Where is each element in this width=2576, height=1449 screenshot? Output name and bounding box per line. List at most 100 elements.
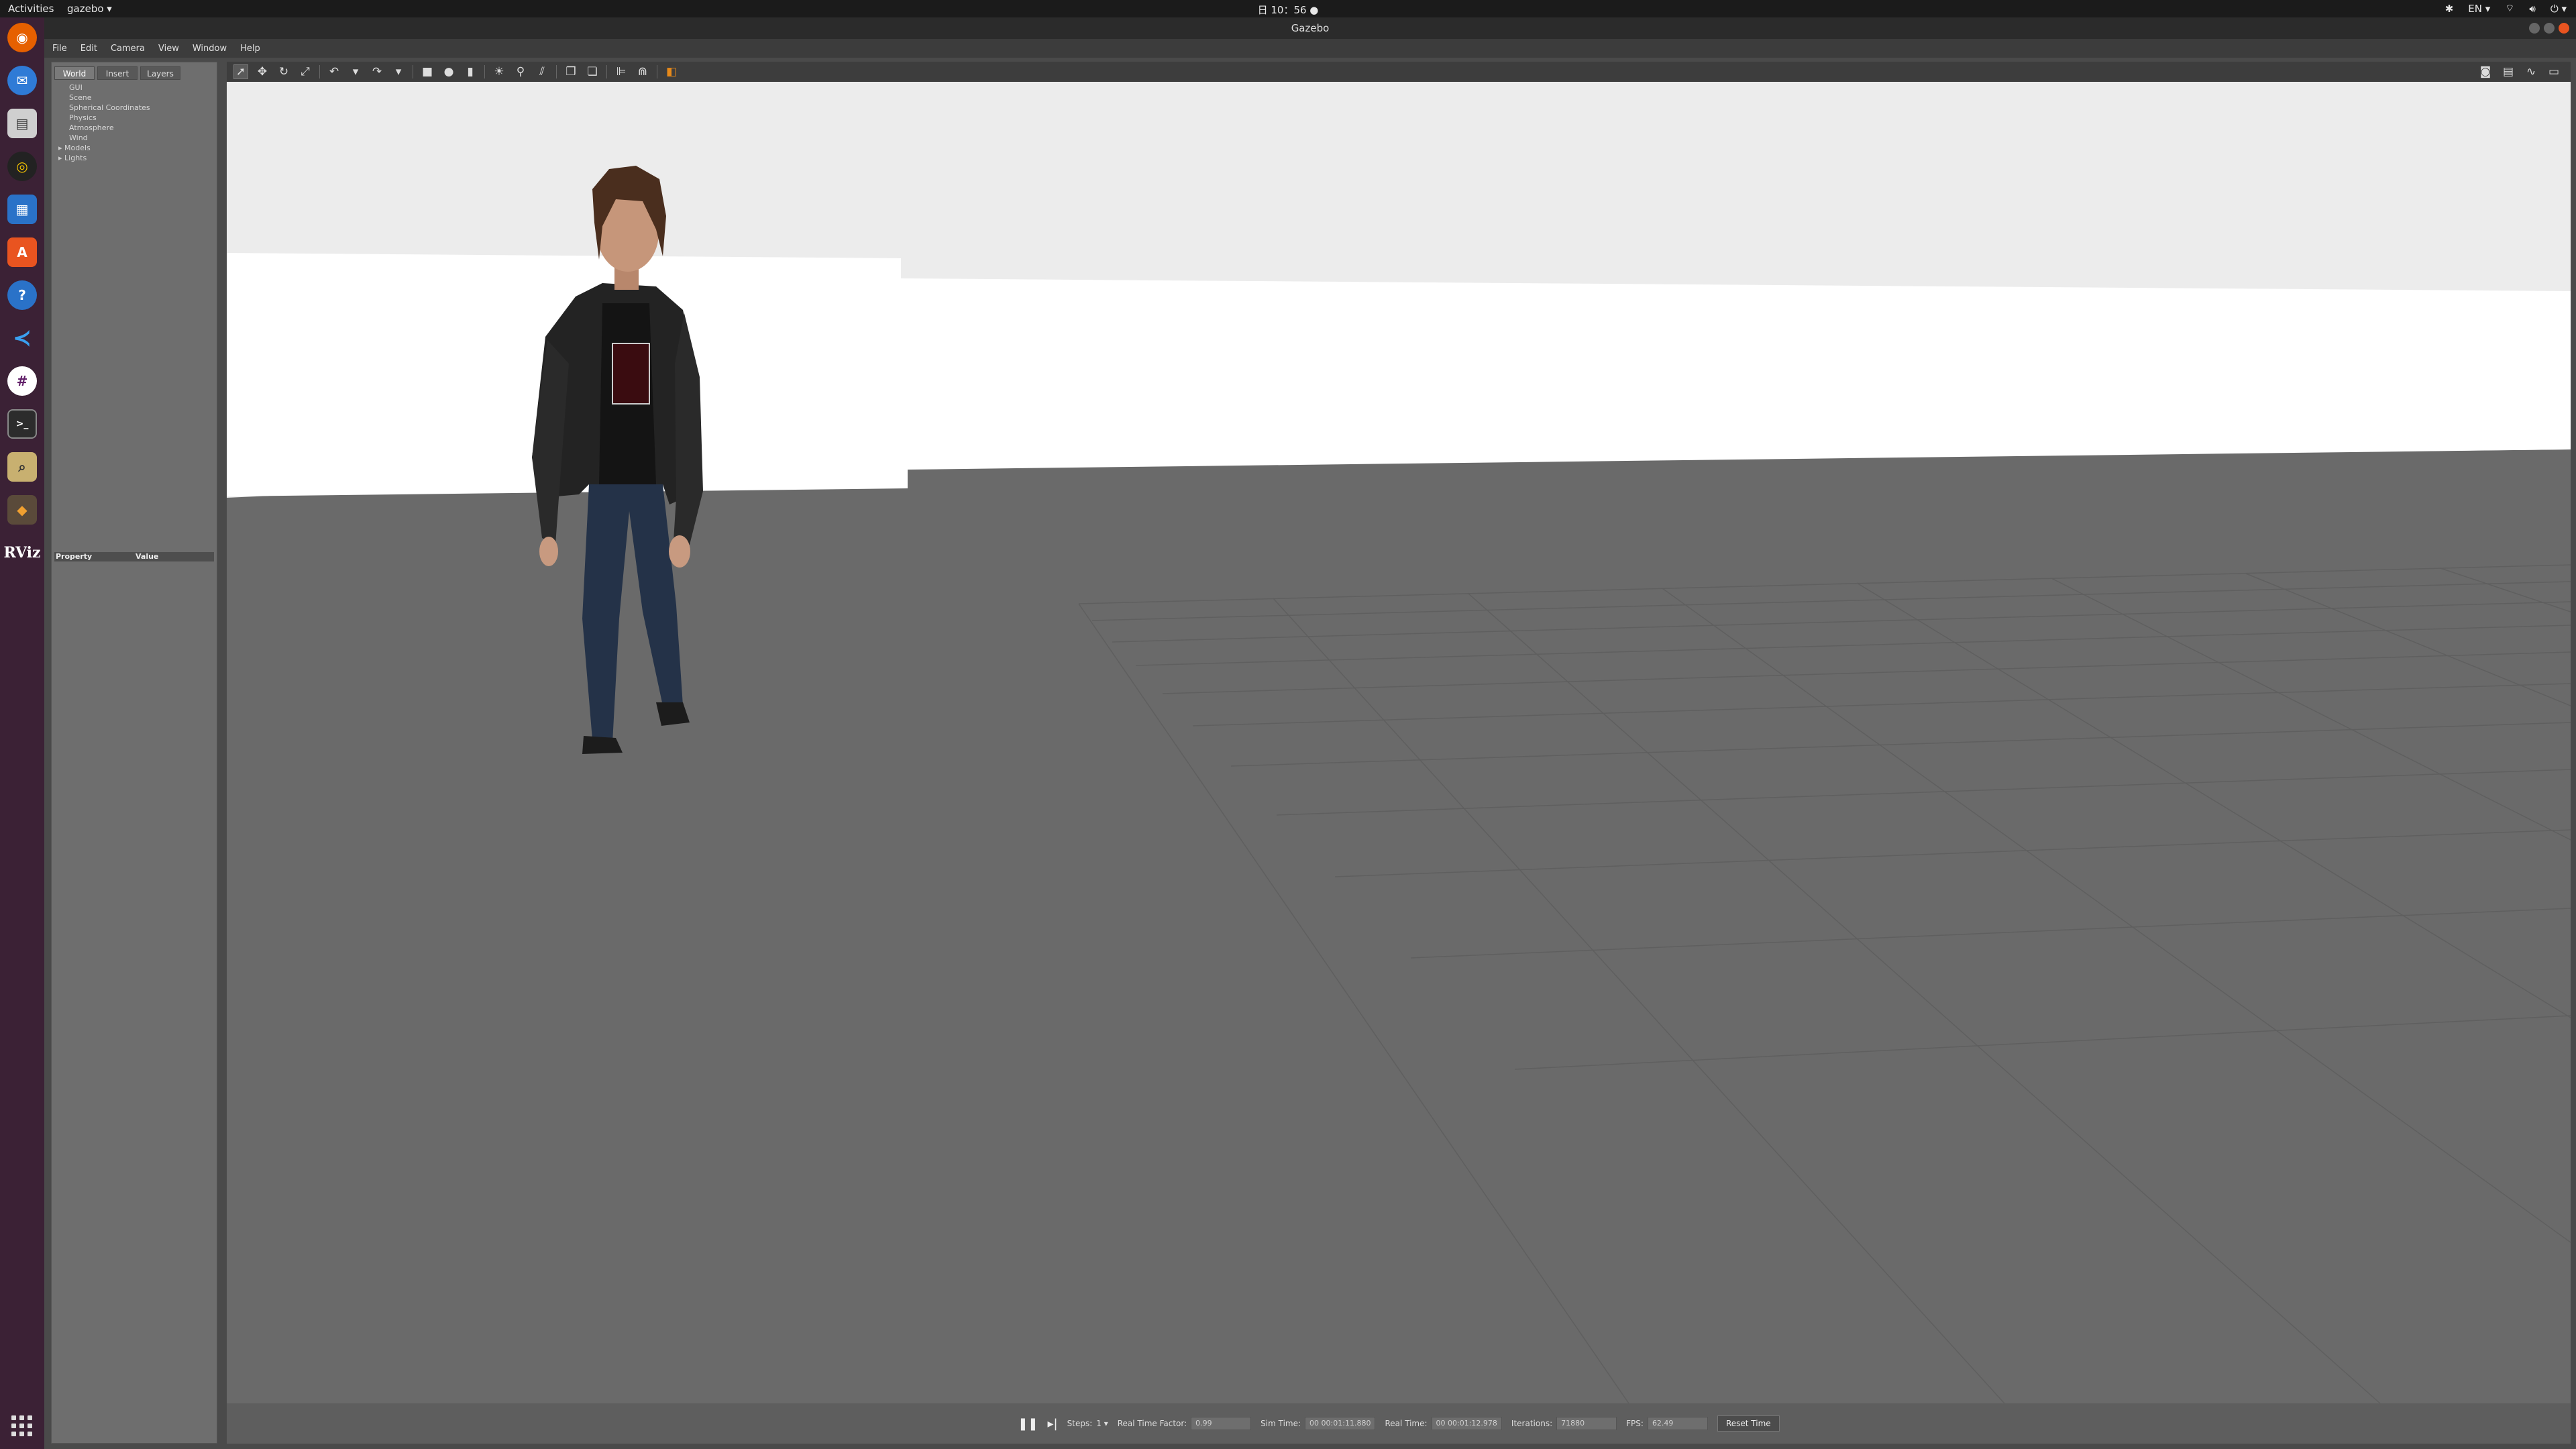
software-center-icon[interactable]: A bbox=[7, 237, 37, 267]
volume-icon[interactable]: 🔊︎ bbox=[2529, 3, 2535, 15]
network-icon[interactable]: ⌔ bbox=[2505, 2, 2514, 15]
paste-icon[interactable]: ❏ bbox=[585, 64, 600, 79]
help-icon[interactable]: ? bbox=[7, 280, 37, 310]
ubuntu-dock: ◉ ✉ ▤ ◎ ▦ A ? ≺ # >_ ⌕ ◆ RViz bbox=[0, 17, 44, 1449]
tree-item-spherical-coordinates[interactable]: Spherical Coordinates bbox=[58, 103, 150, 113]
cylinder-shape-icon[interactable]: ▮ bbox=[463, 64, 478, 79]
menu-view[interactable]: View bbox=[158, 44, 179, 54]
steps-field: Steps: 1 ▾ bbox=[1067, 1419, 1108, 1428]
menu-edit[interactable]: Edit bbox=[80, 44, 97, 54]
iterations-value: 71880 bbox=[1556, 1417, 1617, 1430]
sim-time-value: 00 00:01:11.880 bbox=[1305, 1417, 1376, 1430]
tree-item-lights[interactable]: Lights bbox=[58, 153, 150, 163]
activities-button[interactable]: Activities bbox=[8, 3, 54, 15]
point-light-icon[interactable]: ☀ bbox=[492, 64, 506, 79]
viewport-toolbar: ➚ ✥ ↻ ⤢ ↶ ▾ ↷ ▾ ■ ● ▮ ☀ ⚲ ⫽ ❐ ❏ ⊫ ⋒ ◧ ◙ … bbox=[227, 62, 2571, 82]
menu-help[interactable]: Help bbox=[240, 44, 260, 54]
menu-bar: File Edit Camera View Window Help bbox=[44, 39, 2576, 58]
rotate-mode-icon[interactable]: ↻ bbox=[276, 64, 291, 79]
files-icon[interactable]: ▤ bbox=[7, 109, 37, 138]
undo-icon[interactable]: ↶ bbox=[327, 64, 341, 79]
tree-item-models[interactable]: Models bbox=[58, 143, 150, 153]
box-shape-icon[interactable]: ■ bbox=[420, 64, 435, 79]
rviz-icon[interactable]: RViz bbox=[3, 538, 40, 568]
real-time-value: 00 00:01:12.978 bbox=[1431, 1417, 1502, 1430]
steps-spinner[interactable]: 1 ▾ bbox=[1096, 1419, 1108, 1428]
real-time-factor-field: Real Time Factor: 0.99 bbox=[1117, 1417, 1252, 1430]
power-icon[interactable]: ⏻ ▾ bbox=[2551, 3, 2567, 15]
writer-icon[interactable]: ▦ bbox=[7, 195, 37, 224]
system-tray: ✱ EN ▾ ⌔ 🔊︎ ⏻ ▾ bbox=[2445, 2, 2567, 15]
property-column-header[interactable]: Property bbox=[54, 552, 134, 561]
slack-tray-icon[interactable]: ✱ bbox=[2445, 3, 2454, 15]
iterations-field: Iterations: 71880 bbox=[1511, 1417, 1617, 1430]
undo-history-icon[interactable]: ▾ bbox=[348, 64, 363, 79]
toolbar-separator bbox=[606, 65, 607, 78]
close-icon[interactable] bbox=[2559, 23, 2569, 34]
select-mode-icon[interactable]: ➚ bbox=[233, 64, 248, 79]
terminal-icon[interactable]: >_ bbox=[7, 409, 37, 439]
world-tree: GUI Scene Spherical Coordinates Physics … bbox=[58, 83, 150, 163]
pause-icon[interactable]: ❚❚ bbox=[1018, 1417, 1038, 1431]
value-column-header[interactable]: Value bbox=[134, 552, 214, 561]
fps-field: FPS: 62.49 bbox=[1626, 1417, 1708, 1430]
app-menu[interactable]: gazebo ▾ bbox=[67, 3, 112, 15]
panel-splitter[interactable] bbox=[220, 62, 225, 1444]
redo-icon[interactable]: ↷ bbox=[370, 64, 384, 79]
firefox-icon[interactable]: ◉ bbox=[7, 23, 37, 52]
reset-time-button[interactable]: Reset Time bbox=[1717, 1415, 1780, 1432]
3d-viewport[interactable] bbox=[227, 82, 2571, 1403]
language-indicator[interactable]: EN ▾ bbox=[2468, 3, 2490, 15]
step-icon[interactable]: ▸| bbox=[1048, 1417, 1058, 1431]
tree-item-wind[interactable]: Wind bbox=[58, 133, 150, 143]
left-panel: World Insert Layers GUI Scene Spherical … bbox=[51, 62, 217, 1444]
thunderbird-icon[interactable]: ✉ bbox=[7, 66, 37, 95]
plot-icon[interactable]: ∿ bbox=[2524, 64, 2538, 79]
minimize-icon[interactable] bbox=[2529, 23, 2540, 34]
spot-light-icon[interactable]: ⚲ bbox=[513, 64, 528, 79]
align-icon[interactable]: ⊫ bbox=[614, 64, 629, 79]
sphere-shape-icon[interactable]: ● bbox=[441, 64, 456, 79]
toolbar-separator bbox=[319, 65, 320, 78]
window-title: Gazebo bbox=[1291, 22, 1330, 34]
slack-icon[interactable]: # bbox=[7, 366, 37, 396]
view-angle-icon[interactable]: ◧ bbox=[664, 64, 679, 79]
menu-window[interactable]: Window bbox=[193, 44, 227, 54]
gazebo-icon[interactable]: ◆ bbox=[7, 495, 37, 525]
redo-history-icon[interactable]: ▾ bbox=[391, 64, 406, 79]
show-applications-icon[interactable] bbox=[11, 1415, 33, 1437]
directional-light-icon[interactable]: ⫽ bbox=[535, 64, 549, 79]
clock[interactable]: 日 10：56 ● bbox=[1258, 3, 1319, 17]
rhythmbox-icon[interactable]: ◎ bbox=[7, 152, 37, 181]
snap-icon[interactable]: ⋒ bbox=[635, 64, 650, 79]
translate-mode-icon[interactable]: ✥ bbox=[255, 64, 270, 79]
tree-item-scene[interactable]: Scene bbox=[58, 93, 150, 103]
tree-item-physics[interactable]: Physics bbox=[58, 113, 150, 123]
status-bar: ❚❚ ▸| Steps: 1 ▾ Real Time Factor: 0.99 … bbox=[227, 1403, 2571, 1444]
screenshot-icon[interactable]: ◙ bbox=[2478, 64, 2493, 79]
tree-item-atmosphere[interactable]: Atmosphere bbox=[58, 123, 150, 133]
window-controls bbox=[2529, 23, 2569, 34]
tab-insert[interactable]: Insert bbox=[97, 66, 138, 80]
real-time-factor-label: Real Time Factor: bbox=[1117, 1419, 1187, 1428]
video-record-icon[interactable]: ▭ bbox=[2546, 64, 2561, 79]
vscode-icon[interactable]: ≺ bbox=[7, 323, 37, 353]
menu-camera[interactable]: Camera bbox=[111, 44, 145, 54]
log-icon[interactable]: ▤ bbox=[2501, 64, 2516, 79]
toolbar-right-group: ◙ ▤ ∿ ▭ bbox=[2478, 64, 2561, 79]
toolbar-separator bbox=[556, 65, 557, 78]
tab-layers[interactable]: Layers bbox=[140, 66, 180, 80]
steps-label: Steps: bbox=[1067, 1419, 1093, 1428]
window-titlebar[interactable]: Gazebo bbox=[44, 17, 2576, 39]
menu-file[interactable]: File bbox=[52, 44, 67, 54]
iterations-label: Iterations: bbox=[1511, 1419, 1553, 1428]
tree-item-gui[interactable]: GUI bbox=[58, 83, 150, 93]
copy-icon[interactable]: ❐ bbox=[564, 64, 578, 79]
real-time-field: Real Time: 00 00:01:12.978 bbox=[1385, 1417, 1502, 1430]
image-viewer-icon[interactable]: ⌕ bbox=[7, 452, 37, 482]
toolbar-separator bbox=[484, 65, 485, 78]
property-table-header: Property Value bbox=[54, 552, 214, 561]
maximize-icon[interactable] bbox=[2544, 23, 2555, 34]
tab-world[interactable]: World bbox=[54, 66, 95, 80]
scale-mode-icon[interactable]: ⤢ bbox=[298, 64, 313, 79]
